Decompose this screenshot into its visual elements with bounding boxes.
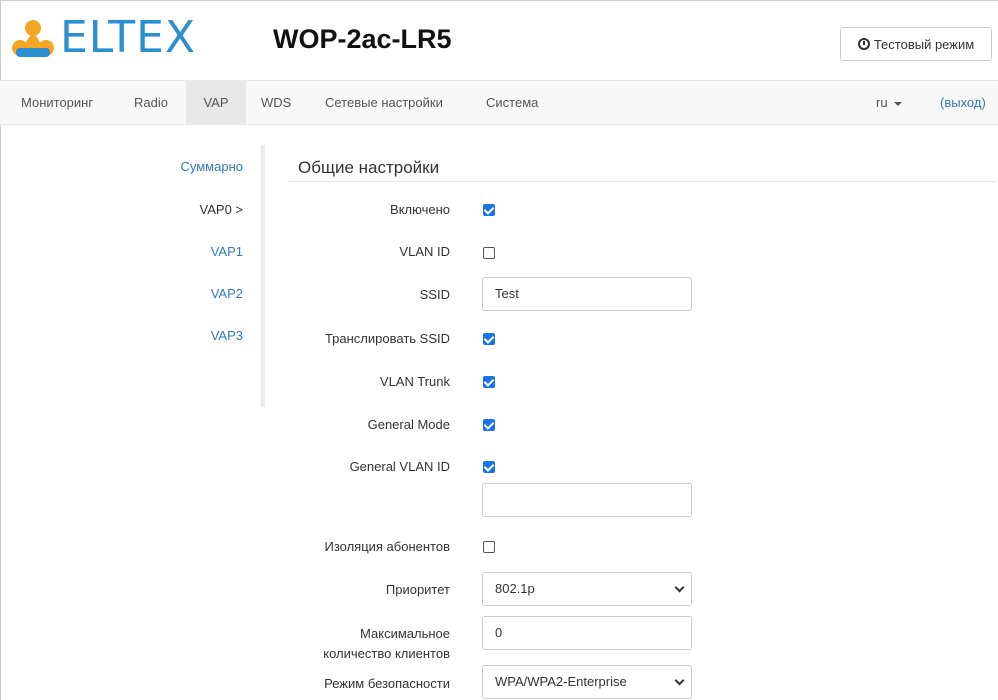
enabled-checkbox[interactable] (483, 204, 495, 216)
nav-item-network-settings[interactable]: Сетевые настройки (315, 81, 453, 124)
general-vlan-id-checkbox[interactable] (483, 461, 495, 473)
security-mode-select[interactable]: WPA/WPA2-Enterprise (482, 665, 692, 699)
language-value: ru (876, 95, 888, 110)
nav-item-radio[interactable]: Radio (124, 81, 178, 124)
logout-link[interactable]: (выход) (940, 81, 986, 124)
vlan-trunk-checkbox[interactable] (483, 376, 495, 388)
sidemenu-item-vap3[interactable]: VAP3 (211, 328, 243, 343)
security-mode-label: Режим безопасности (324, 676, 450, 691)
test-mode-button[interactable]: Тестовый режим (840, 27, 992, 61)
section-title: Общие настройки (298, 158, 440, 177)
nav-item-wds[interactable]: WDS (251, 81, 301, 124)
caret-down-icon (893, 101, 902, 106)
priority-value: 802.1p (495, 581, 535, 596)
max-clients-label: Максимальное количество клиентов (323, 624, 450, 664)
language-dropdown[interactable]: ru (876, 81, 902, 124)
eltex-logo: ELTEX (10, 16, 196, 60)
chevron-down-icon (674, 675, 685, 686)
sidemenu-item-vap1[interactable]: VAP1 (211, 244, 243, 259)
general-mode-label: General Mode (367, 417, 450, 432)
sidemenu-item-vap0[interactable]: VAP0 > (200, 202, 243, 217)
priority-label: Приоритет (385, 582, 450, 597)
enabled-label: Включено (390, 202, 450, 217)
test-mode-label: Тестовый режим (873, 36, 975, 52)
priority-select[interactable]: 802.1p (482, 572, 692, 606)
broadcast-ssid-label: Транслировать SSID (324, 331, 450, 346)
vlan-id-label: VLAN ID (399, 244, 450, 259)
max-clients-label-line1: Максимальное (360, 626, 450, 641)
ssid-label: SSID (419, 287, 450, 302)
sidemenu-item-vap2[interactable]: VAP2 (211, 286, 243, 301)
general-vlan-id-label: General VLAN ID (349, 459, 450, 474)
device-name: WOP-2ac-LR5 (273, 24, 452, 54)
clock-icon (857, 38, 870, 50)
ssid-input[interactable]: Test (482, 277, 692, 311)
isolation-checkbox[interactable] (483, 541, 495, 553)
sidemenu-item-summary[interactable]: Суммарно (181, 159, 244, 174)
vap-sidemenu: Суммарно VAP0 > VAP1 VAP2 VAP3 (150, 145, 265, 407)
broadcast-ssid-checkbox[interactable] (483, 333, 495, 345)
section-divider (288, 181, 996, 182)
eltex-logo-icon (12, 20, 54, 57)
nav-item-monitoring[interactable]: Мониторинг (11, 81, 103, 124)
vlan-id-checkbox[interactable] (483, 247, 495, 259)
general-vlan-id-input[interactable] (482, 483, 692, 517)
max-clients-label-line2: количество клиентов (323, 646, 450, 661)
main-navbar: Мониторинг Radio VAP WDS Сетевые настрой… (0, 80, 998, 125)
nav-item-vap[interactable]: VAP (186, 81, 246, 124)
logo-text: ELTEX (60, 12, 197, 63)
vlan-trunk-label: VLAN Trunk (379, 374, 450, 389)
isolation-label: Изоляция абонентов (324, 539, 450, 554)
general-mode-checkbox[interactable] (483, 419, 495, 431)
nav-item-system[interactable]: Система (476, 81, 548, 124)
header: ELTEX WOP-2ac-LR5 Тестовый режим (0, 0, 998, 80)
chevron-down-icon (674, 582, 685, 593)
security-mode-value: WPA/WPA2-Enterprise (495, 674, 627, 689)
max-clients-input[interactable]: 0 (482, 616, 692, 650)
